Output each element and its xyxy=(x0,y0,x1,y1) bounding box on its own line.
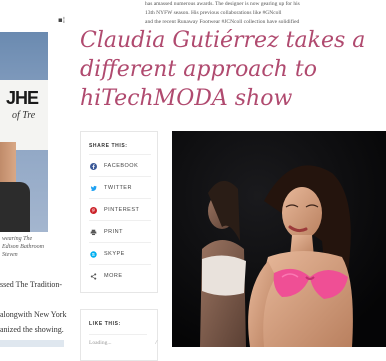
share-facebook-button[interactable]: FACEBOOK xyxy=(89,154,151,177)
runway-photo-illustration xyxy=(172,131,386,347)
text-line: ssed The Tradition- xyxy=(0,280,63,289)
divider xyxy=(89,334,147,335)
like-loading-text: Loading... xyxy=(89,340,112,346)
share-panel: SHARE THIS: FACEBOOK TWITTER PINTEREST P… xyxy=(80,131,158,293)
share-label: TWITTER xyxy=(104,185,132,191)
text-line: alongwith New York xyxy=(0,310,67,319)
left-bottom-bar xyxy=(0,340,64,347)
small-marker-icon: ⁄ xyxy=(156,340,157,346)
left-column: JHE of Tre wearing The Edison Bathroom S… xyxy=(0,0,70,349)
share-label: MORE xyxy=(104,273,123,279)
share-skype-button[interactable]: S SKYPE xyxy=(89,242,151,265)
share-label: FACEBOOK xyxy=(104,163,139,169)
share-title: SHARE THIS: xyxy=(89,143,128,149)
intro-text: has amassed numerous awards. The designe… xyxy=(145,0,385,27)
share-label: SKYPE xyxy=(104,251,125,257)
share-icon xyxy=(89,272,98,281)
like-title: LIKE THIS: xyxy=(89,321,121,327)
banner-subtext: of Tre xyxy=(12,110,36,121)
nav-marker-icon[interactable]: ▪¦ xyxy=(58,16,66,24)
banner-text: JHE xyxy=(6,88,39,108)
photo-caption: wearing The Edison Bathroom Steven xyxy=(2,235,62,259)
like-panel: LIKE THIS: Loading... xyxy=(80,309,158,361)
twitter-icon xyxy=(89,184,98,193)
share-print-button[interactable]: PRINT xyxy=(89,220,151,243)
skype-icon: S xyxy=(89,250,98,259)
article-headline: Claudia Gutiérrez takes a different appr… xyxy=(80,28,366,111)
share-label: PINTEREST xyxy=(104,207,140,213)
share-more-button[interactable]: MORE xyxy=(89,264,151,287)
pinterest-icon xyxy=(89,206,98,215)
intro-line: 13th NYFW season. His previous collabora… xyxy=(145,10,282,16)
left-runway-photo[interactable]: JHE of Tre xyxy=(0,32,48,232)
photo-figure-dress xyxy=(0,182,30,232)
svg-text:S: S xyxy=(92,252,95,257)
text-line: anized the showing. xyxy=(0,325,64,334)
caption-line: Steven xyxy=(2,252,18,258)
intro-line: has amassed numerous awards. The designe… xyxy=(145,1,300,7)
runway-photo[interactable] xyxy=(172,131,386,347)
caption-line: Edison Bathroom xyxy=(2,244,44,250)
print-icon xyxy=(89,228,98,237)
share-twitter-button[interactable]: TWITTER xyxy=(89,176,151,199)
share-pinterest-button[interactable]: PINTEREST xyxy=(89,198,151,221)
caption-line: wearing The xyxy=(2,236,33,242)
share-label: PRINT xyxy=(104,229,123,235)
text-line xyxy=(0,292,64,307)
facebook-icon xyxy=(89,162,98,171)
